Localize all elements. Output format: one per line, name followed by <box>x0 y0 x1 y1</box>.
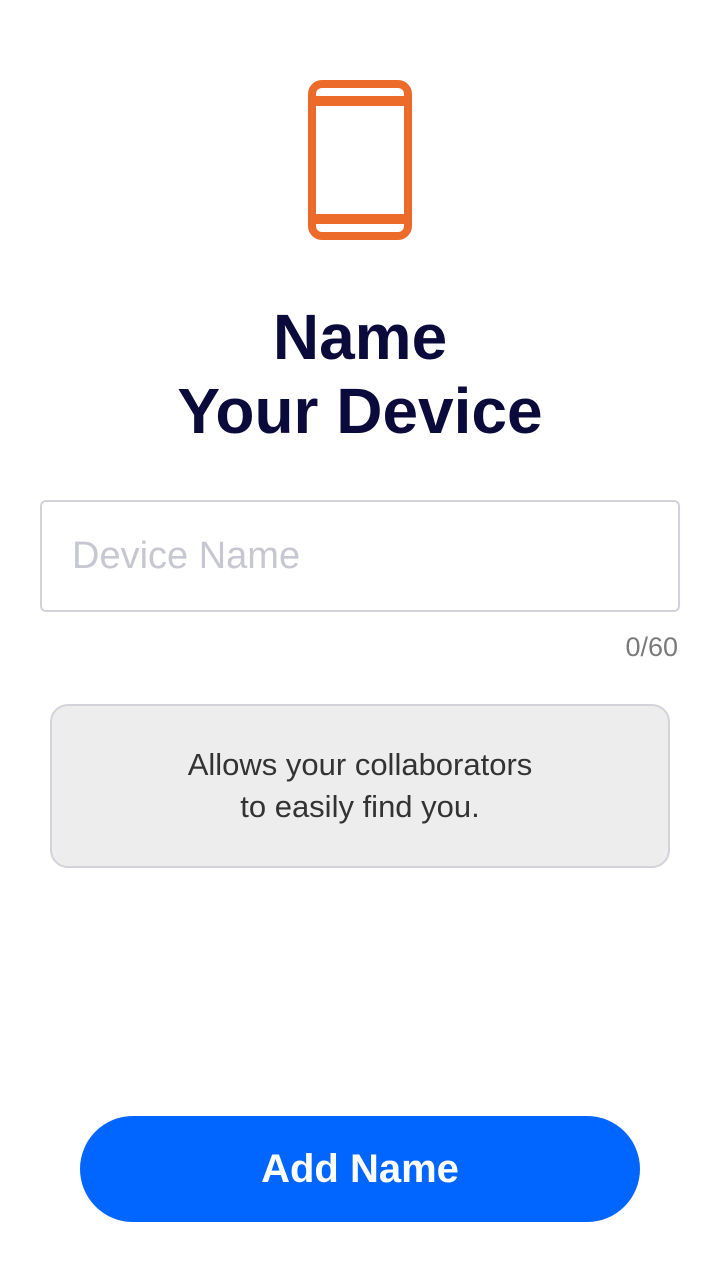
device-name-input[interactable] <box>40 500 680 612</box>
title-line-2: Your Device <box>177 375 543 447</box>
info-line-2: to easily find you. <box>240 789 480 824</box>
page-title: Name Your Device <box>0 300 720 448</box>
add-name-button[interactable]: Add Name <box>80 1116 640 1222</box>
smartphone-icon <box>308 80 412 240</box>
info-text: Allows your collaborators to easily find… <box>188 744 533 828</box>
character-counter: 0/60 <box>625 632 678 662</box>
info-line-1: Allows your collaborators <box>187 747 533 782</box>
info-box: Allows your collaborators to easily find… <box>50 704 670 868</box>
title-line-1: Name <box>272 301 448 373</box>
